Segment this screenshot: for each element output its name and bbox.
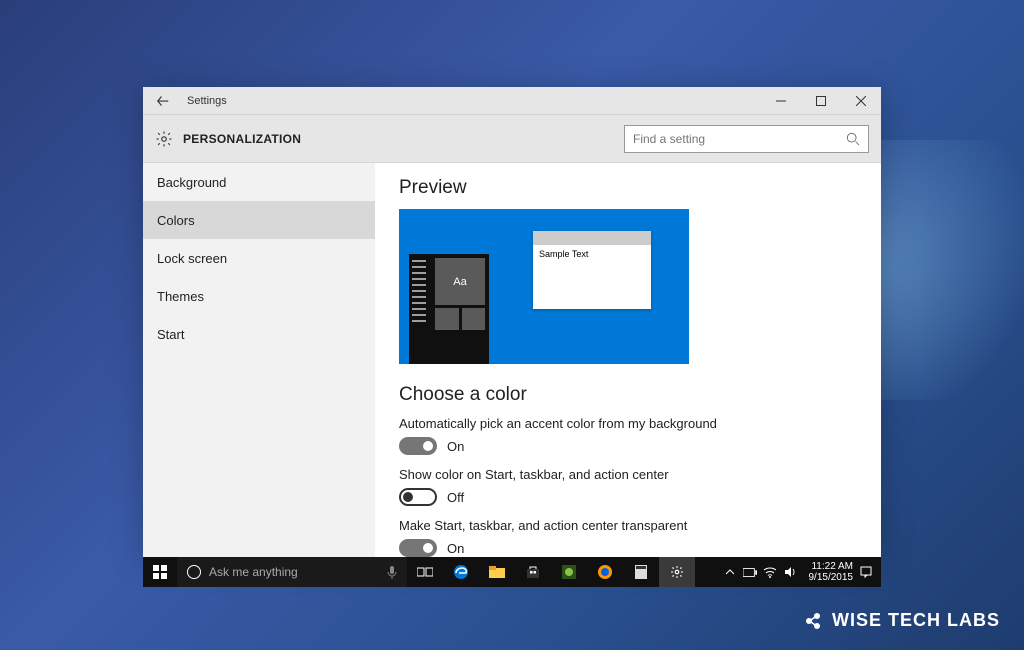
window-title: Settings — [187, 95, 227, 107]
minimize-button[interactable] — [761, 87, 801, 115]
toggle-state: On — [447, 541, 464, 556]
search-input[interactable] — [624, 125, 869, 153]
sidebar-item-label: Lock screen — [157, 251, 227, 266]
tray-chevron-icon[interactable] — [723, 565, 737, 579]
settings-window: Settings PERSONALIZATION Background Colo… — [143, 87, 881, 557]
sidebar-item-background[interactable]: Background — [143, 163, 375, 201]
toggle-state: Off — [447, 490, 464, 505]
preview-thumbnail: Aa Sample Text — [399, 209, 689, 364]
search-icon — [846, 132, 860, 146]
sidebar: Background Colors Lock screen Themes Sta… — [143, 163, 375, 557]
file-explorer-icon[interactable] — [479, 557, 515, 587]
clock-time: 11:22 AM — [809, 561, 854, 572]
page-title: PERSONALIZATION — [183, 132, 301, 146]
sidebar-item-lock-screen[interactable]: Lock screen — [143, 239, 375, 277]
toggle-auto-accent[interactable] — [399, 437, 437, 455]
toggle-transparent[interactable] — [399, 539, 437, 557]
firefox-icon[interactable] — [587, 557, 623, 587]
sidebar-item-label: Background — [157, 175, 226, 190]
watermark: WISE TECH LABS — [804, 610, 1000, 632]
sidebar-item-label: Colors — [157, 213, 195, 228]
action-center-icon[interactable] — [859, 565, 873, 579]
cortana-icon — [187, 565, 201, 579]
sidebar-item-themes[interactable]: Themes — [143, 277, 375, 315]
sidebar-item-start[interactable]: Start — [143, 315, 375, 353]
wifi-icon[interactable] — [763, 565, 777, 579]
logo-icon — [804, 610, 826, 632]
sidebar-item-colors[interactable]: Colors — [143, 201, 375, 239]
edge-icon[interactable] — [443, 557, 479, 587]
cortana-placeholder: Ask me anything — [209, 565, 298, 579]
task-view-button[interactable] — [407, 557, 443, 587]
back-button[interactable] — [143, 87, 183, 115]
preview-tile: Aa — [435, 258, 485, 305]
toggle-show-color[interactable] — [399, 488, 437, 506]
option-show-color-label: Show color on Start, taskbar, and action… — [399, 467, 857, 482]
cortana-search[interactable]: Ask me anything — [177, 557, 407, 587]
clock[interactable]: 11:22 AM 9/15/2015 — [803, 561, 854, 583]
toggle-state: On — [447, 439, 464, 454]
start-button[interactable] — [143, 557, 177, 587]
app-icon[interactable] — [551, 557, 587, 587]
titlebar: Settings — [143, 87, 881, 115]
choose-color-heading: Choose a color — [399, 384, 857, 406]
content-area: Preview Aa Sample Text — [375, 163, 881, 557]
sidebar-item-label: Themes — [157, 289, 204, 304]
microphone-icon[interactable] — [387, 565, 397, 579]
preview-heading: Preview — [399, 177, 857, 199]
sidebar-item-label: Start — [157, 327, 184, 342]
volume-icon[interactable] — [783, 565, 797, 579]
gear-icon — [155, 130, 173, 148]
clock-date: 9/15/2015 — [809, 572, 854, 583]
store-icon[interactable] — [515, 557, 551, 587]
battery-icon[interactable] — [743, 565, 757, 579]
maximize-button[interactable] — [801, 87, 841, 115]
taskbar: Ask me anything 11:22 AM 9/15/2015 — [143, 557, 881, 587]
option-transparent-label: Make Start, taskbar, and action center t… — [399, 518, 857, 533]
sample-text: Sample Text — [533, 245, 651, 263]
calculator-icon[interactable] — [623, 557, 659, 587]
close-button[interactable] — [841, 87, 881, 115]
settings-taskbar-icon[interactable] — [659, 557, 695, 587]
header: PERSONALIZATION — [143, 115, 881, 163]
option-auto-accent-label: Automatically pick an accent color from … — [399, 416, 857, 431]
